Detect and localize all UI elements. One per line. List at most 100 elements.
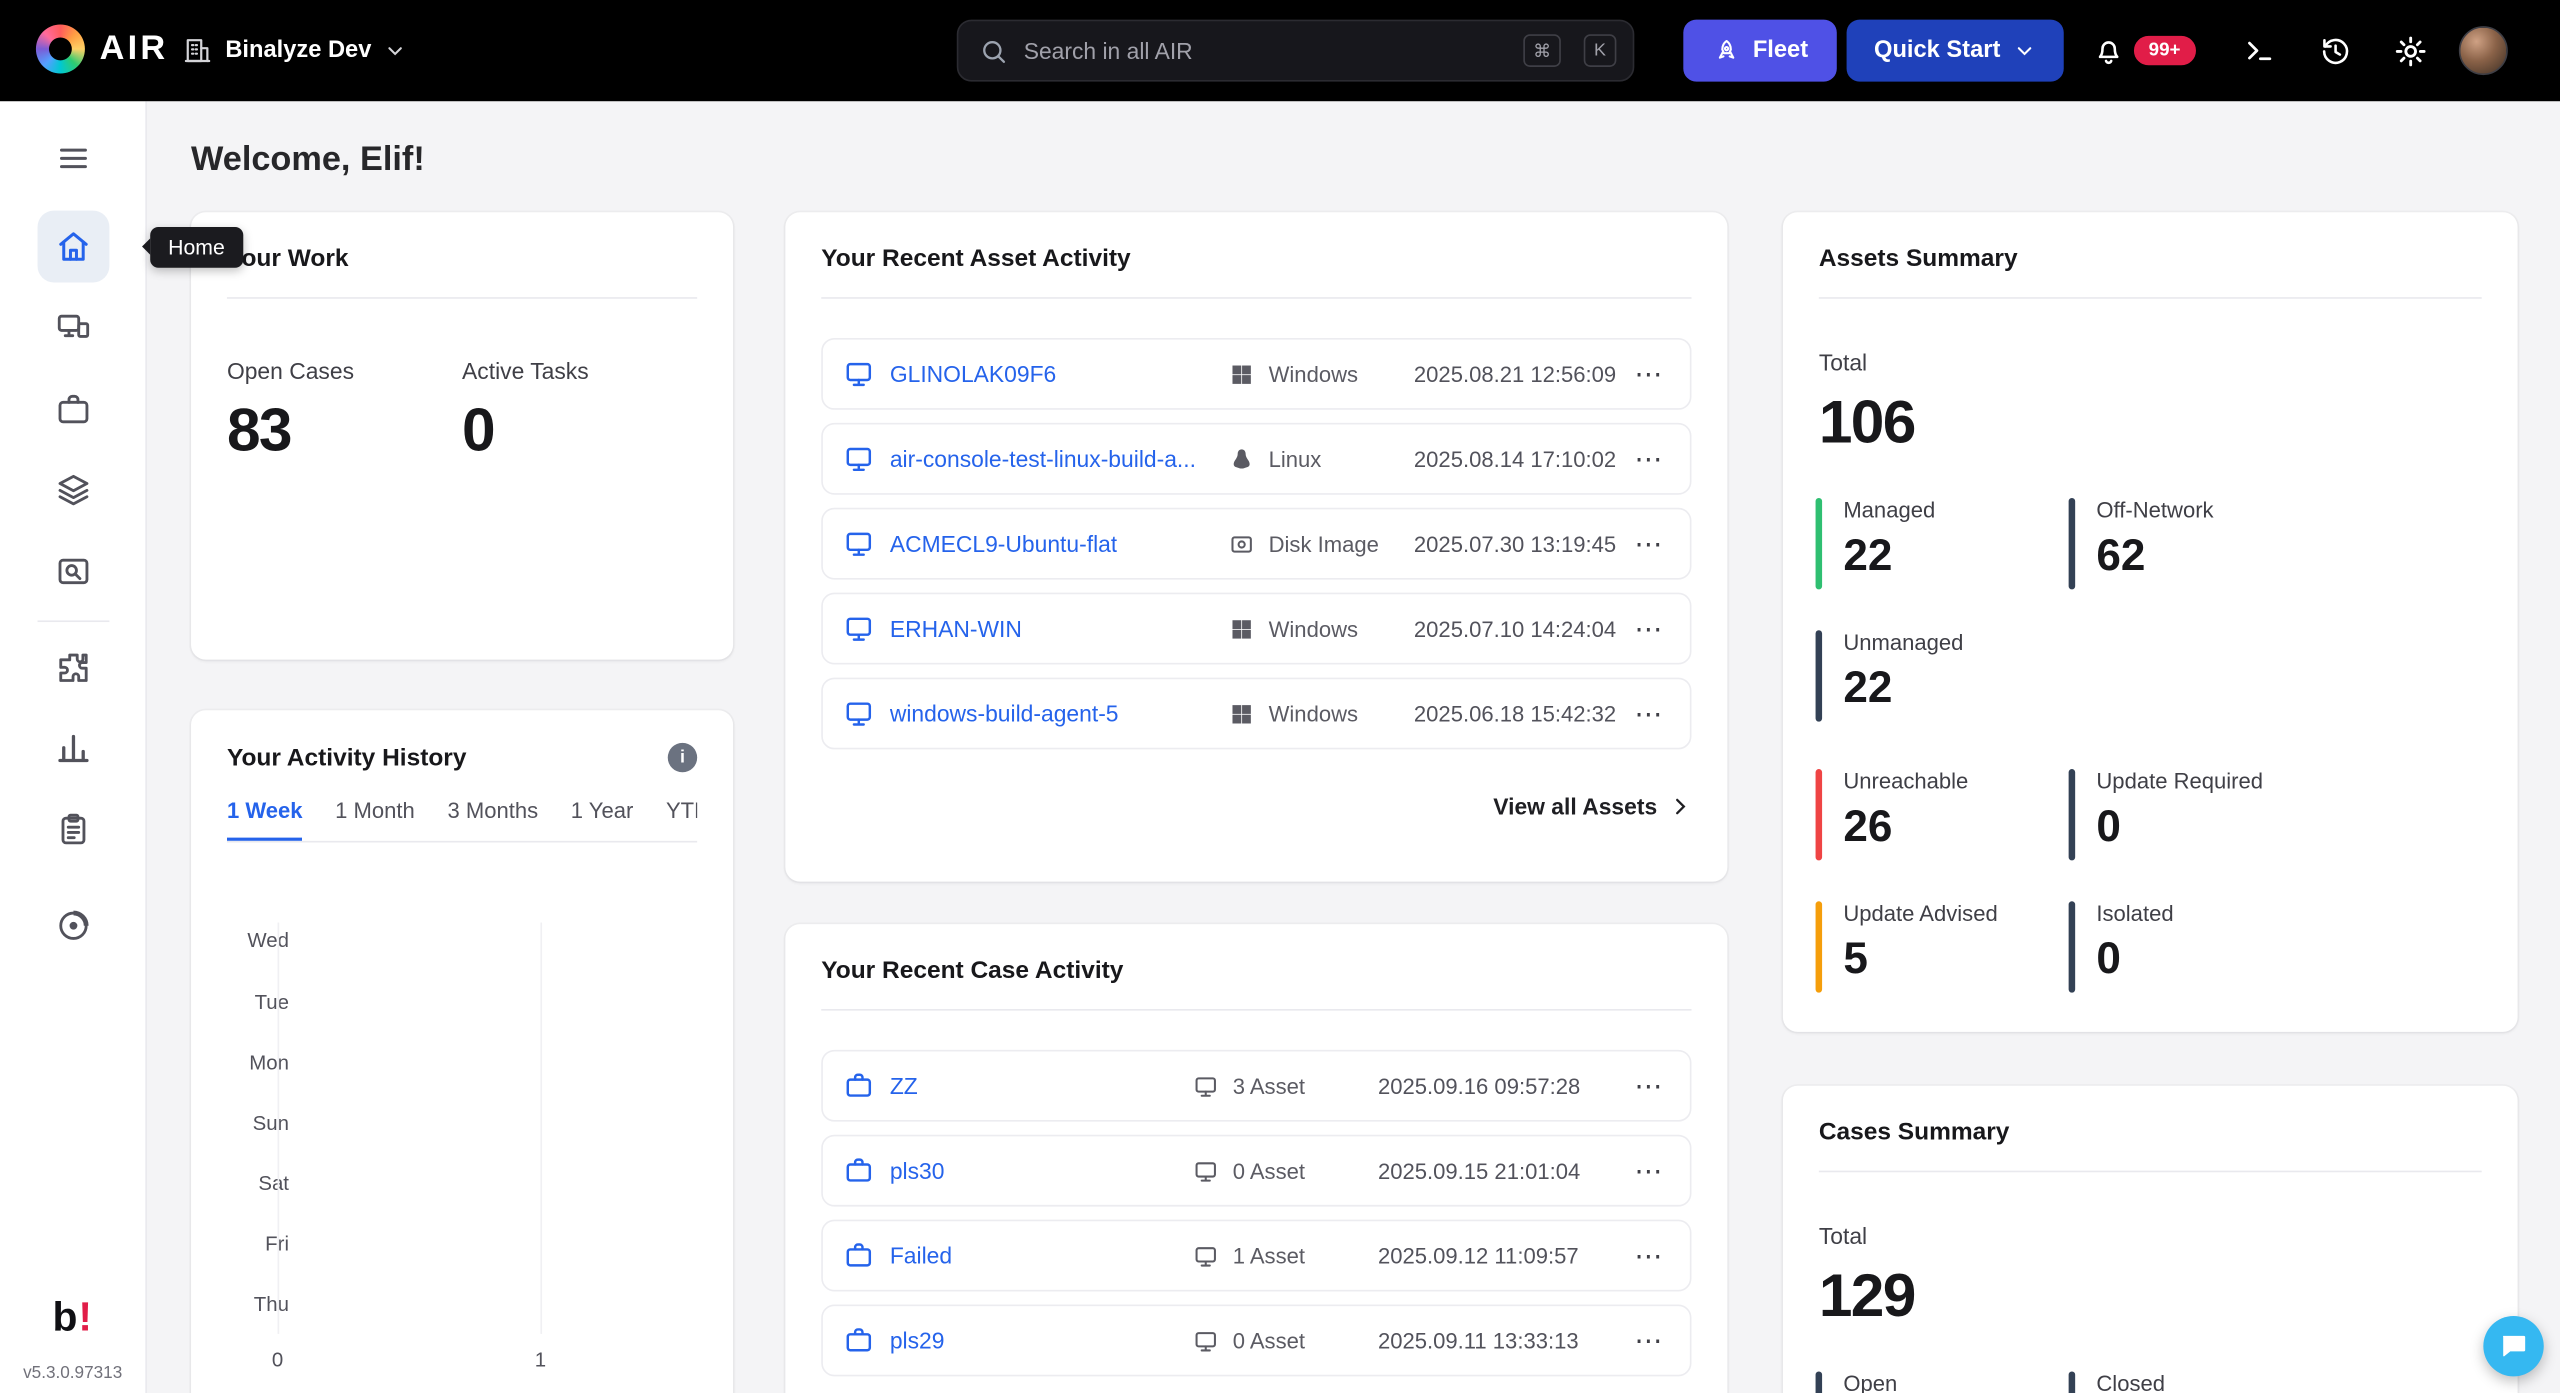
row-actions-button[interactable]: ⋯ [1629, 1242, 1668, 1270]
hamburger-menu-icon [56, 140, 92, 176]
tab-ytd[interactable]: YTD [666, 798, 697, 840]
case-name-link[interactable]: ZZ [890, 1073, 918, 1099]
binalyze-logo: b! [0, 1295, 145, 1342]
summary-item-isolated: Isolated0 [2069, 901, 2174, 992]
asset-name-link[interactable]: windows-build-agent-5 [890, 700, 1119, 726]
status-color-bar [1816, 769, 1823, 860]
view-all-assets-link[interactable]: View all Assets [1493, 787, 1691, 826]
row-actions-button[interactable]: ⋯ [1629, 530, 1668, 558]
case-row: ZZ 3 Asset 2025.09.16 09:57:28 ⋯ [821, 1050, 1691, 1122]
organization-name: Binalyze Dev [225, 38, 371, 64]
case-name-link[interactable]: Failed [890, 1242, 952, 1268]
status-color-bar [1816, 498, 1823, 589]
history-button[interactable] [2315, 31, 2354, 70]
quick-start-button[interactable]: Quick Start [1847, 20, 2064, 82]
row-actions-button[interactable]: ⋯ [1629, 445, 1668, 473]
terminal-button[interactable] [2240, 31, 2279, 70]
sidebar-item-assets[interactable] [38, 292, 110, 364]
status-color-bar [2069, 769, 2076, 860]
sidebar-item-browser[interactable] [38, 890, 110, 962]
asset-name-link[interactable]: air-console-test-linux-build-a... [890, 446, 1196, 472]
summary-item-update-required: Update Required0 [2069, 769, 2263, 860]
organization-selector[interactable]: Binalyze Dev [183, 24, 407, 76]
status-color-bar [2069, 901, 2076, 992]
monitor-icon [1194, 1328, 1218, 1352]
summary-item-off-network: Off-Network62 [2069, 498, 2214, 589]
sidebar-item-integrations[interactable] [38, 632, 110, 704]
support-chat-button[interactable] [2483, 1316, 2543, 1376]
card-title: Your Activity History [227, 744, 467, 772]
disc-icon [56, 908, 92, 944]
timestamp: 2025.09.15 21:01:04 [1378, 1158, 1629, 1182]
recent-case-activity-card: Your Recent Case Activity ZZ 3 Asset 202… [785, 924, 1727, 1393]
status-color-bar [1816, 901, 1823, 992]
asset-name-link[interactable]: GLINOLAK09F6 [890, 361, 1056, 387]
air-logo[interactable]: AIR [36, 24, 169, 73]
global-search-input[interactable]: Search in all AIR ⌘ K [957, 20, 1635, 82]
info-icon[interactable]: i [668, 743, 697, 772]
asset-name-link[interactable]: ERHAN-WIN [890, 616, 1022, 642]
summary-item-closed: Closed [2069, 1371, 2165, 1393]
row-actions-button[interactable]: ⋯ [1629, 615, 1668, 643]
monitor-icon [844, 444, 873, 473]
case-name-link[interactable]: pls29 [890, 1327, 945, 1353]
case-name-link[interactable]: pls30 [890, 1158, 945, 1184]
sidebar-item-tasks[interactable] [38, 454, 110, 526]
sidebar-collapse-button[interactable] [38, 122, 110, 194]
air-logo-icon [36, 24, 85, 73]
row-actions-button[interactable]: ⋯ [1629, 1327, 1668, 1355]
card-title: Your Recent Asset Activity [821, 245, 1130, 273]
row-actions-button[interactable]: ⋯ [1629, 360, 1668, 388]
history-clock-icon [2318, 33, 2352, 67]
topbar: AIR Binalyze Dev Search in all AIR ⌘ K [0, 0, 2560, 101]
settings-button[interactable] [2390, 31, 2429, 70]
windows-icon [1229, 616, 1253, 640]
row-actions-button[interactable]: ⋯ [1629, 1072, 1668, 1100]
layers-icon [56, 472, 92, 508]
chevron-down-icon [384, 39, 407, 62]
sidebar-item-cases[interactable] [38, 374, 110, 446]
chevron-right-icon [1669, 795, 1692, 818]
tab-1-month[interactable]: 1 Month [335, 798, 415, 840]
sidebar-item-evidence[interactable] [38, 536, 110, 608]
timestamp: 2025.07.30 13:19:45 [1414, 531, 1630, 555]
active-tasks-stat: Active Tasks 0 [462, 358, 697, 466]
sidebar-item-audit[interactable] [38, 793, 110, 865]
platform-label: Windows [1269, 701, 1358, 725]
monitors-icon [56, 310, 92, 346]
gear-icon [2393, 33, 2427, 67]
asset-row: GLINOLAK09F6 Windows 2025.08.21 12:56:09… [821, 338, 1691, 410]
asset-row: air-console-test-linux-build-a... Linux … [821, 423, 1691, 495]
status-color-bar [1816, 1371, 1823, 1393]
asset-row: ACMECL9-Ubuntu-flat Disk Image 2025.07.3… [821, 508, 1691, 580]
fleet-button[interactable]: Fleet [1683, 20, 1836, 82]
k-key-badge: K [1584, 34, 1617, 67]
notification-count-badge[interactable]: 99+ [2131, 33, 2199, 69]
open-cases-stat: Open Cases 83 [227, 358, 462, 466]
row-actions-button[interactable]: ⋯ [1629, 700, 1668, 728]
notifications-button[interactable] [2088, 31, 2127, 70]
asset-count-label: 0 Asset [1233, 1328, 1305, 1352]
card-title: Your Recent Case Activity [821, 957, 1123, 985]
search-placeholder: Search in all AIR [1024, 38, 1501, 64]
row-actions-button[interactable]: ⋯ [1629, 1157, 1668, 1185]
sidebar-item-reports[interactable] [38, 712, 110, 784]
tab-1-year[interactable]: 1 Year [571, 798, 634, 840]
timestamp: 2025.08.21 12:56:09 [1414, 362, 1630, 386]
summary-item-unmanaged: Unmanaged22 [1816, 630, 1964, 721]
cases-summary-card: Cases Summary Total 129 Open Closed [1783, 1086, 2518, 1393]
status-color-bar [1816, 630, 1823, 721]
gridline [278, 922, 280, 1333]
binalyze-air-app: AIR Binalyze Dev Search in all AIR ⌘ K [0, 0, 2560, 1393]
chat-bubble-icon [2498, 1331, 2529, 1362]
case-row: Failed 1 Asset 2025.09.12 11:09:57 ⋯ [821, 1220, 1691, 1292]
rocket-icon [1712, 37, 1740, 65]
tab-1-week[interactable]: 1 Week [227, 798, 303, 840]
user-avatar[interactable] [2459, 26, 2508, 75]
briefcase-icon [56, 392, 92, 428]
sidebar-item-home[interactable] [38, 211, 110, 283]
tab-3-months[interactable]: 3 Months [447, 798, 538, 840]
bar-chart-icon [56, 730, 92, 766]
asset-name-link[interactable]: ACMECL9-Ubuntu-flat [890, 531, 1117, 557]
bell-icon [2091, 33, 2125, 67]
